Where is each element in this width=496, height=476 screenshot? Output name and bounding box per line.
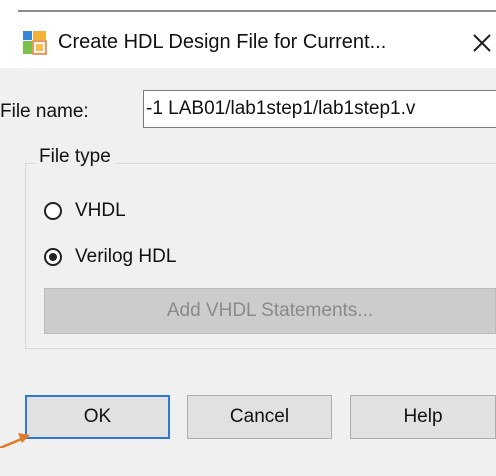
radio-vhdl-label: VHDL <box>75 200 126 221</box>
file-name-label: File name: <box>0 101 89 122</box>
add-vhdl-statements-button[interactable]: Add VHDL Statements... <box>44 288 496 334</box>
close-icon[interactable] <box>468 27 496 57</box>
radio-verilog-hdl[interactable]: Verilog HDL <box>44 246 176 268</box>
radio-verilog-hdl-label: Verilog HDL <box>75 246 177 267</box>
file-type-group-label: File type <box>35 146 115 168</box>
radio-vhdl-circle[interactable] <box>44 202 62 220</box>
ok-button[interactable]: OK <box>25 395 170 439</box>
cancel-button[interactable]: Cancel <box>187 395 332 439</box>
title-bar-divider <box>18 10 496 12</box>
quartus-file-icon <box>22 30 48 56</box>
dialog-body: File name: File type VHDL Verilog HDL Ad… <box>0 68 496 476</box>
radio-vhdl[interactable]: VHDL <box>44 200 126 222</box>
title-bar: Create HDL Design File for Current... <box>0 0 496 68</box>
help-button[interactable]: Help <box>350 395 496 439</box>
radio-verilog-hdl-circle[interactable] <box>44 248 62 266</box>
dialog-title: Create HDL Design File for Current... <box>58 31 387 53</box>
file-name-input[interactable] <box>143 90 496 128</box>
dialog-window: Create HDL Design File for Current... Fi… <box>0 0 496 476</box>
